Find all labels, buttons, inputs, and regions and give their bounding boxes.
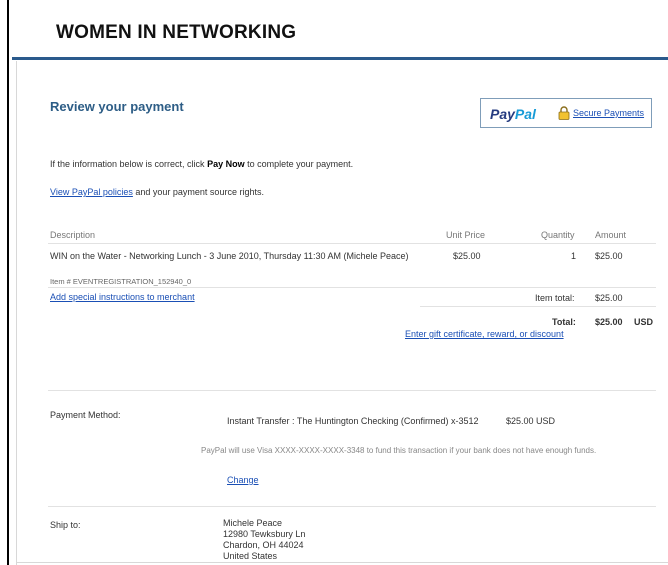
payment-review-panel (16, 61, 668, 565)
gift-certificate-link[interactable]: Enter gift certificate, reward, or disco… (405, 329, 564, 339)
column-header-quantity: Quantity (541, 230, 575, 240)
total-value: $25.00 (595, 317, 623, 327)
address-line: 12980 Tewksbury Ln (223, 529, 306, 539)
policy-line: View PayPal policies and your payment so… (50, 187, 264, 197)
pay-now-emphasis: Pay Now (207, 159, 245, 169)
item-total-label: Item total: (535, 293, 575, 303)
shipping-address: Michele Peace 12980 Tewksbury Ln Chardon… (223, 518, 305, 562)
item-total-rule (420, 306, 656, 307)
address-line: United States (223, 551, 278, 561)
header-divider (12, 57, 668, 60)
payment-amount: $25.00 USD (506, 416, 556, 426)
change-payment-link[interactable]: Change (227, 475, 259, 485)
item-row-rule (48, 287, 656, 288)
ship-to-label: Ship to: (50, 520, 81, 530)
lock-icon (558, 106, 570, 120)
panel-bottom-rule (16, 562, 668, 563)
payment-method-label: Payment Method: (50, 410, 121, 420)
paypal-secure-badge: PayPal Secure Payments (480, 98, 652, 128)
item-unit-price: $25.00 (453, 251, 481, 261)
total-label: Total: (552, 317, 576, 327)
header-row-rule (48, 243, 656, 244)
column-header-amount: Amount (595, 230, 627, 240)
section-divider-payment (48, 390, 656, 391)
item-total-value: $25.00 (595, 293, 623, 303)
item-amount: $25.00 (595, 251, 623, 261)
org-title: WOMEN IN NETWORKING (56, 22, 297, 43)
page-title: Review your payment (50, 99, 184, 114)
funding-note: PayPal will use Visa XXXX-XXXX-XXXX-3348… (201, 446, 597, 455)
address-line: Chardon, OH 44024 (223, 540, 304, 550)
intro-text: If the information below is correct, cli… (50, 159, 354, 169)
total-currency: USD (634, 317, 654, 327)
item-description: WIN on the Water - Networking Lunch - 3 … (50, 251, 409, 261)
special-instructions-link[interactable]: Add special instructions to merchant (50, 292, 195, 302)
item-number: Item # EVENTREGISTRATION_152940_0 (50, 277, 192, 286)
view-policies-link[interactable]: View PayPal policies (50, 187, 133, 197)
payment-method-value: Instant Transfer : The Huntington Checki… (227, 416, 479, 426)
item-quantity: 1 (571, 251, 577, 261)
column-header-description: Description (50, 230, 96, 240)
secure-payments-link[interactable]: Secure Payments (573, 108, 644, 118)
left-border-rule (7, 0, 9, 565)
column-header-unit-price: Unit Price (446, 230, 486, 240)
paypal-logo: PayPal (490, 106, 536, 122)
section-divider-shipping (48, 506, 656, 507)
address-line: Michele Peace (223, 518, 283, 528)
